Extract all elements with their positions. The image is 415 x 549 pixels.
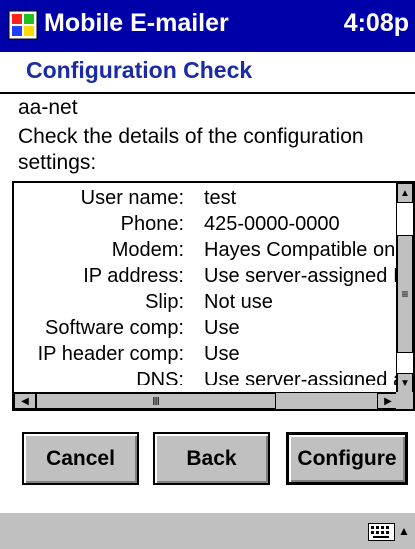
sip-arrow-icon[interactable]: ▲ xyxy=(397,522,411,540)
settings-row: Phone: 425-0000-0000 xyxy=(14,211,399,237)
settings-row: Slip: Not use xyxy=(14,289,399,315)
scrollbar-corner xyxy=(396,392,413,409)
setting-value: Not use xyxy=(204,291,273,313)
windows-flag-icon[interactable] xyxy=(8,10,38,40)
setting-label: Slip: xyxy=(145,291,184,313)
page-title: Configuration Check xyxy=(26,57,253,83)
account-name: aa-net xyxy=(18,96,78,119)
instruction-text: Check the details of the configuration s… xyxy=(18,125,364,174)
clock[interactable]: 4:08p xyxy=(344,9,409,38)
setting-label: Software comp: xyxy=(45,317,184,339)
setting-label: Phone: xyxy=(120,213,184,235)
settings-row: User name: test xyxy=(14,185,399,211)
settings-row: IP header comp: Use xyxy=(14,341,399,367)
setting-label: User name: xyxy=(80,187,184,209)
setting-value: 425-0000-0000 xyxy=(204,213,340,235)
page-header: Configuration Check xyxy=(0,52,415,94)
app-title: Mobile E-mailer xyxy=(44,9,229,37)
keyboard-icon[interactable] xyxy=(368,523,395,541)
setting-label: DNS: xyxy=(136,369,184,385)
setting-value: Use xyxy=(204,317,240,339)
setting-value: Hayes Compatible on xyxy=(204,239,396,261)
settings-rows: User name: test Phone: 425-0000-0000 Mod… xyxy=(14,185,399,385)
horizontal-scroll-thumb[interactable]: Ⅲ xyxy=(36,393,276,409)
settings-row: Software comp: Use xyxy=(14,315,399,341)
settings-row: Modem: Hayes Compatible on xyxy=(14,237,399,263)
setting-label: Modem: xyxy=(111,239,184,261)
scroll-down-icon[interactable]: ▼ xyxy=(397,373,413,393)
settings-row: IP address: Use server-assigned I xyxy=(14,263,399,289)
setting-value: Use server-assigned a xyxy=(204,369,399,385)
settings-listbox[interactable]: User name: test Phone: 425-0000-0000 Mod… xyxy=(12,181,415,411)
back-button[interactable]: Back xyxy=(153,432,270,485)
setting-value: Use xyxy=(204,343,240,365)
settings-row: DNS: Use server-assigned a xyxy=(14,367,399,385)
taskbar: ▲ xyxy=(0,512,415,549)
setting-value: test xyxy=(204,187,237,209)
configure-button[interactable]: Configure xyxy=(286,432,408,485)
title-bar: Mobile E-mailer 4:08p xyxy=(0,0,415,52)
setting-value: Use server-assigned I xyxy=(204,265,399,287)
vertical-scroll-thumb[interactable]: ≡ xyxy=(397,235,413,353)
vertical-scrollbar[interactable]: ▲ ≡ ▼ xyxy=(396,183,413,393)
cancel-button[interactable]: Cancel xyxy=(22,432,139,485)
scroll-up-icon[interactable]: ▲ xyxy=(397,183,413,203)
scroll-left-icon[interactable]: ◀ xyxy=(14,393,36,409)
horizontal-scrollbar[interactable]: ◀ Ⅲ ▶ xyxy=(14,392,399,409)
setting-label: IP header comp: xyxy=(37,343,184,365)
setting-label: IP address: xyxy=(83,265,184,287)
